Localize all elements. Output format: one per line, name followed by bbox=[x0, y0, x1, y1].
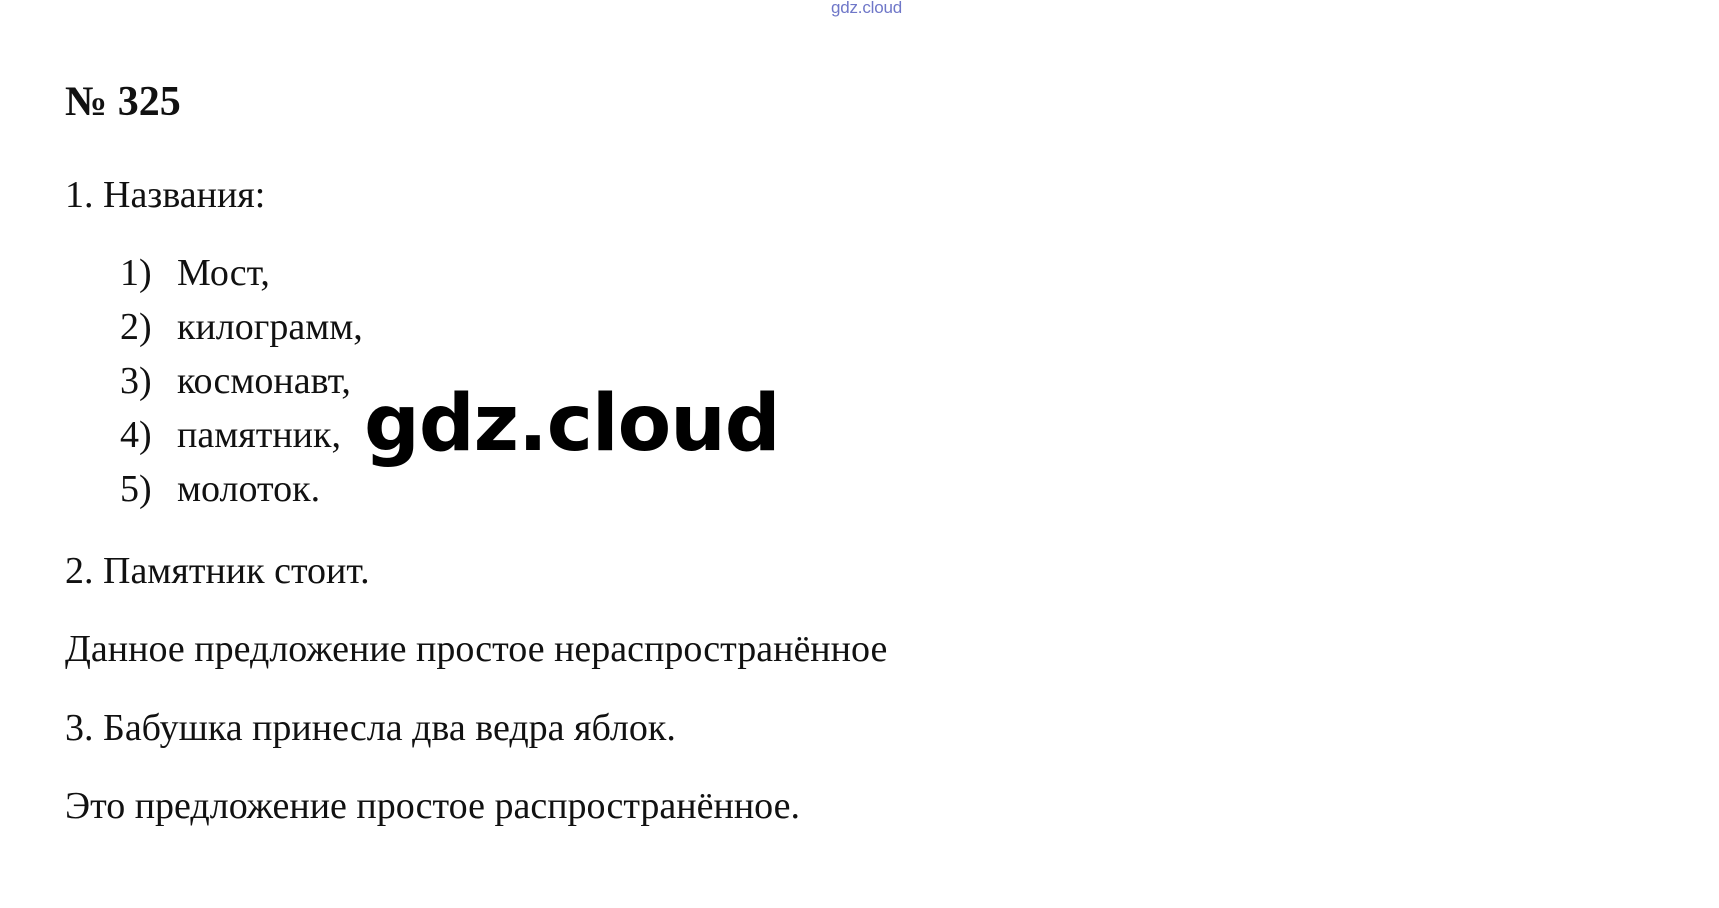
list-item-number: 3) bbox=[120, 360, 152, 402]
top-watermark: gdz.cloud bbox=[831, 0, 902, 17]
list-item-text: Мост, bbox=[177, 252, 270, 294]
task-number-title: № 325 bbox=[65, 79, 181, 125]
list-item-number: 2) bbox=[120, 306, 152, 348]
part3-note: Это предложение простое распространённое… bbox=[65, 785, 801, 827]
list-item-text: килограмм, bbox=[177, 306, 363, 348]
list-item-number: 1) bbox=[120, 252, 152, 294]
list-item-text: космонавт, bbox=[177, 360, 351, 402]
part3-sentence: 3. Бабушка принесла два ведра яблок. bbox=[65, 707, 676, 749]
list-item-number: 4) bbox=[120, 414, 152, 456]
center-watermark: gdz.cloud bbox=[364, 379, 781, 469]
list-item-text: памятник, bbox=[177, 414, 341, 456]
list-item-text: молоток. bbox=[177, 468, 321, 510]
part2-note: Данное предложение простое нераспростран… bbox=[65, 628, 888, 670]
part1-heading: 1. Названия: bbox=[65, 174, 266, 216]
list-item-number: 5) bbox=[120, 468, 152, 510]
part2-sentence: 2. Памятник стоит. bbox=[65, 550, 370, 592]
